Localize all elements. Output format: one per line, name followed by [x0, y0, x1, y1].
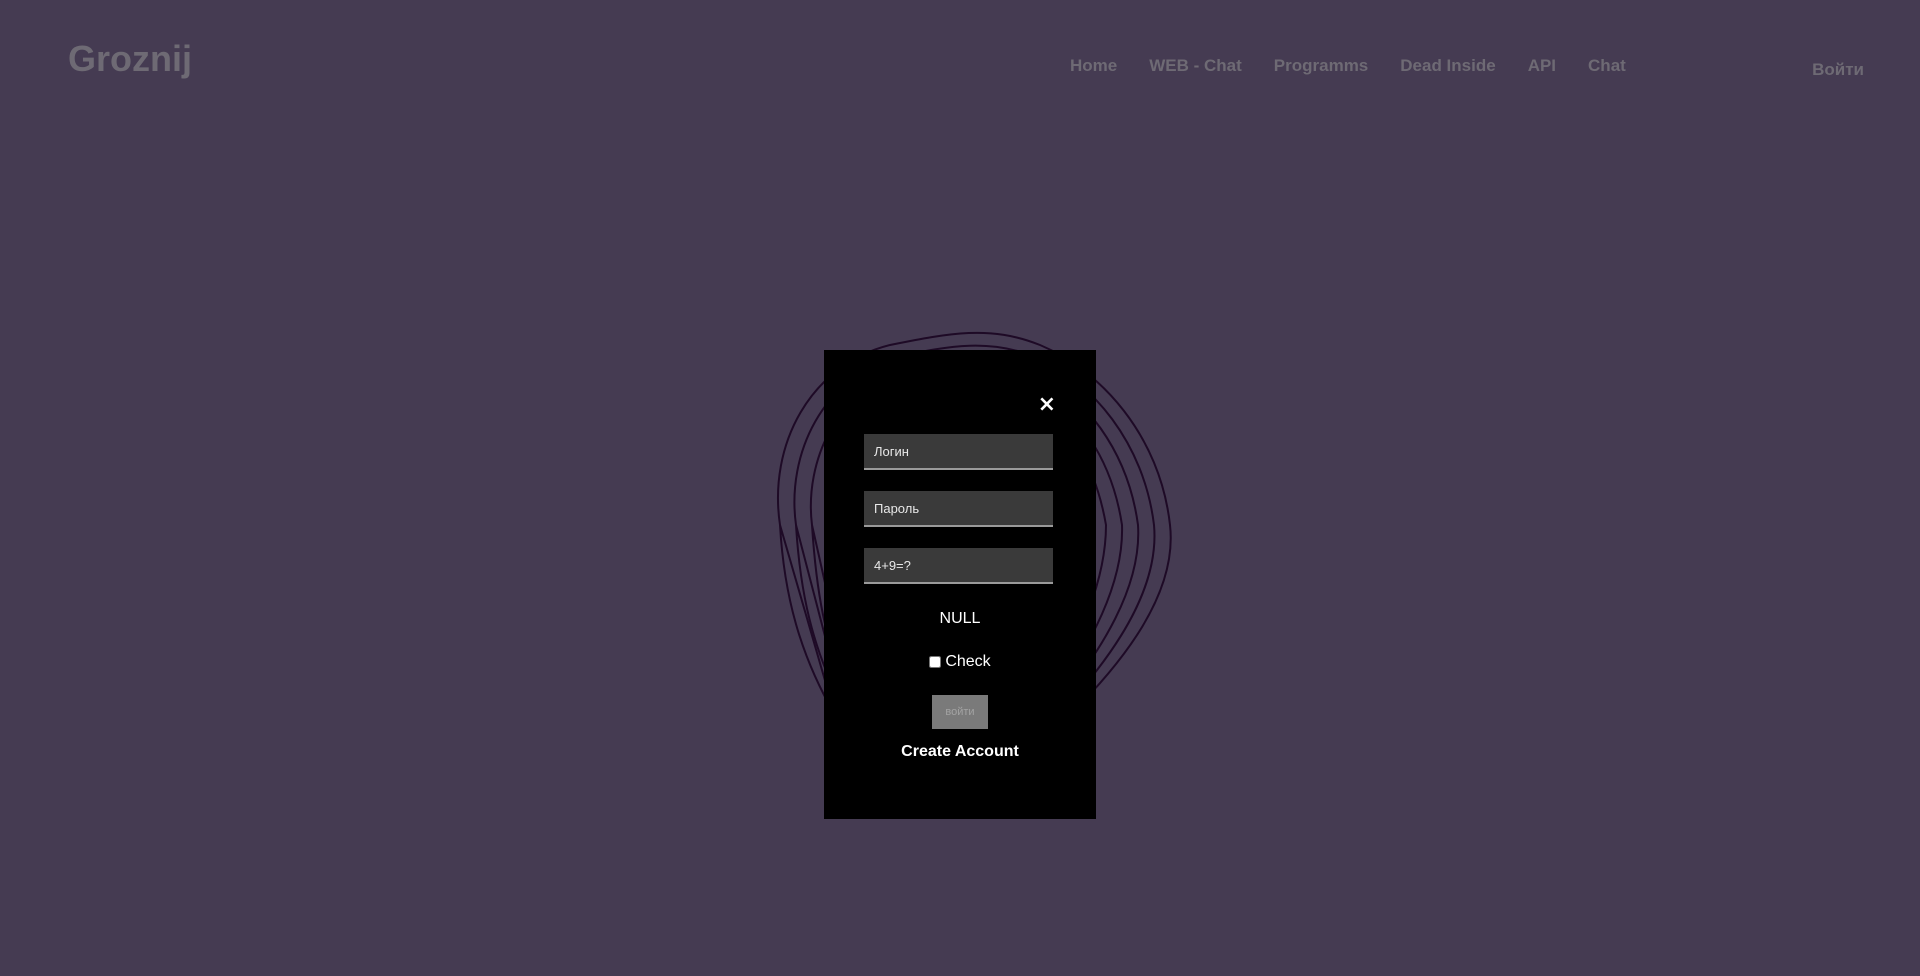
nav-programms[interactable]: Programms	[1274, 56, 1368, 76]
check-label: Check	[945, 653, 991, 670]
submit-login-button[interactable]: войти	[932, 695, 988, 729]
captcha-input[interactable]	[864, 548, 1053, 584]
nav-home[interactable]: Home	[1070, 56, 1117, 76]
nav-web-chat[interactable]: WEB - Chat	[1149, 56, 1242, 76]
login-modal: × NULL Check войти Create Account	[824, 350, 1096, 819]
header-login-link[interactable]: Войти	[1812, 60, 1864, 80]
password-input[interactable]	[864, 491, 1053, 527]
page: Groznij Home WEB - Chat Programms Dead I…	[0, 0, 1920, 976]
close-icon[interactable]: ×	[1038, 394, 1056, 416]
status-text: NULL	[939, 610, 981, 627]
nav-chat[interactable]: Chat	[1588, 56, 1626, 76]
main-nav: Home WEB - Chat Programms Dead Inside AP…	[1070, 56, 1626, 76]
site-logo[interactable]: Groznij	[68, 38, 192, 80]
login-input[interactable]	[864, 434, 1053, 470]
create-account-link[interactable]: Create Account	[824, 743, 1096, 761]
nav-api[interactable]: API	[1528, 56, 1556, 76]
check-row: Check	[824, 653, 1096, 671]
nav-dead-inside[interactable]: Dead Inside	[1400, 56, 1495, 76]
check-checkbox[interactable]	[929, 656, 942, 668]
